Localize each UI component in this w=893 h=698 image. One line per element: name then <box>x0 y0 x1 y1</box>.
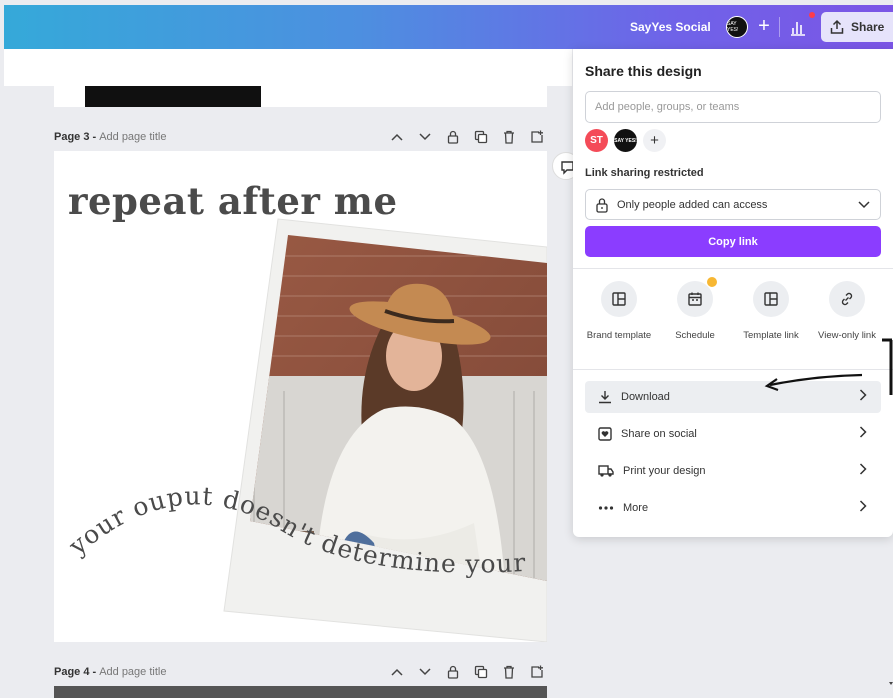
download-row[interactable]: Download <box>585 381 881 413</box>
chevron-right-icon <box>859 388 867 404</box>
duplicate-icon[interactable] <box>472 664 489 680</box>
more-dots-icon <box>598 506 614 510</box>
chevron-right-icon <box>859 462 867 478</box>
collaborator-avatar[interactable]: SAY YES! <box>614 129 637 152</box>
share-panel-title: Share this design <box>585 63 702 79</box>
team-avatar[interactable]: SAY YES! <box>726 16 748 38</box>
page-3-canvas[interactable]: repeat after me your ouput doesn't deter… <box>54 151 547 642</box>
page-3-tools <box>388 129 545 145</box>
add-collaborator-icon[interactable]: + <box>643 129 666 152</box>
layout-icon <box>753 281 789 317</box>
page-2-dark-shape <box>85 86 261 107</box>
canvas-top-strip <box>4 49 572 86</box>
bar-chart-icon <box>791 22 805 36</box>
lock-icon <box>596 197 608 213</box>
view-only-link-label: View-only link <box>818 330 876 341</box>
download-label: Download <box>621 391 670 403</box>
lock-icon[interactable] <box>444 664 461 680</box>
access-dropdown[interactable]: Only people added can access <box>585 189 881 220</box>
share-panel: Share this design Add people, groups, or… <box>573 49 893 537</box>
move-up-icon[interactable] <box>388 664 405 680</box>
duplicate-icon[interactable] <box>472 129 489 145</box>
print-design-row[interactable]: Print your design <box>585 455 881 487</box>
toolbar-divider <box>779 17 780 37</box>
scroll-down-arrow[interactable] <box>889 680 893 688</box>
layout-icon <box>601 281 637 317</box>
svg-text:your ouput doesn't determine y: your ouput doesn't determine your worth <box>54 151 527 579</box>
brand-template-option[interactable]: Brand template <box>581 281 657 343</box>
panel-divider <box>573 268 893 269</box>
schedule-option[interactable]: Schedule <box>657 276 733 343</box>
move-down-icon[interactable] <box>416 129 433 145</box>
curved-design-text: your ouput doesn't determine your worth <box>54 151 526 579</box>
schedule-label: Schedule <box>675 330 715 341</box>
insights-button[interactable] <box>787 15 809 39</box>
page-4-number: Page 4 - <box>54 666 97 678</box>
add-collaborator-button[interactable]: + <box>753 13 775 39</box>
page-3-number: Page 3 - <box>54 131 97 143</box>
share-button[interactable]: Share <box>821 12 893 42</box>
chevron-right-icon <box>859 425 867 441</box>
trash-icon[interactable] <box>500 664 517 680</box>
add-page-icon[interactable] <box>528 664 545 680</box>
access-dropdown-value: Only people added can access <box>617 198 768 211</box>
chevron-right-icon <box>859 499 867 515</box>
calendar-icon <box>677 276 718 317</box>
more-label: More <box>623 502 649 514</box>
share-on-social-row[interactable]: Share on social <box>585 418 881 450</box>
download-icon <box>599 391 611 404</box>
copy-link-button[interactable]: Copy link <box>585 226 881 257</box>
page-4-tools <box>388 664 545 680</box>
page-4-title-input[interactable]: Add page title <box>99 666 166 678</box>
truck-icon <box>598 465 614 477</box>
page-3-header: Page 3 - Add page title <box>54 127 547 147</box>
template-link-label: Template link <box>743 330 799 341</box>
page-4-header: Page 4 - Add page title <box>54 662 547 682</box>
collaborator-list: ST SAY YES! + <box>585 129 666 152</box>
brand-name[interactable]: SayYes Social <box>630 20 711 34</box>
template-link-option[interactable]: Template link <box>733 281 809 343</box>
print-design-label: Print your design <box>623 465 706 477</box>
premium-crown-icon <box>706 276 718 288</box>
share-button-label: Share <box>851 20 885 34</box>
brand-template-label: Brand template <box>586 330 652 341</box>
upload-icon <box>830 19 844 34</box>
page-4-canvas[interactable] <box>54 686 547 698</box>
chevron-down-icon <box>858 198 870 212</box>
page-3-title-input[interactable]: Add page title <box>99 131 166 143</box>
trash-icon[interactable] <box>500 129 517 145</box>
collaborator-avatar[interactable]: ST <box>585 129 608 152</box>
curved-text-layer[interactable]: your ouput doesn't determine your worth <box>54 151 547 642</box>
move-up-icon[interactable] <box>388 129 405 145</box>
link-icon <box>829 281 865 317</box>
panel-divider <box>573 369 893 370</box>
move-down-icon[interactable] <box>416 664 433 680</box>
link-sharing-label: Link sharing restricted <box>585 167 704 179</box>
share-on-social-label: Share on social <box>621 428 697 440</box>
notification-dot <box>809 12 815 18</box>
more-row[interactable]: More <box>585 492 881 524</box>
lock-icon[interactable] <box>444 129 461 145</box>
add-page-icon[interactable] <box>528 129 545 145</box>
add-people-input[interactable]: Add people, groups, or teams <box>585 91 881 123</box>
heart-icon <box>598 427 612 441</box>
view-only-link-option[interactable]: View-only link <box>809 281 885 343</box>
